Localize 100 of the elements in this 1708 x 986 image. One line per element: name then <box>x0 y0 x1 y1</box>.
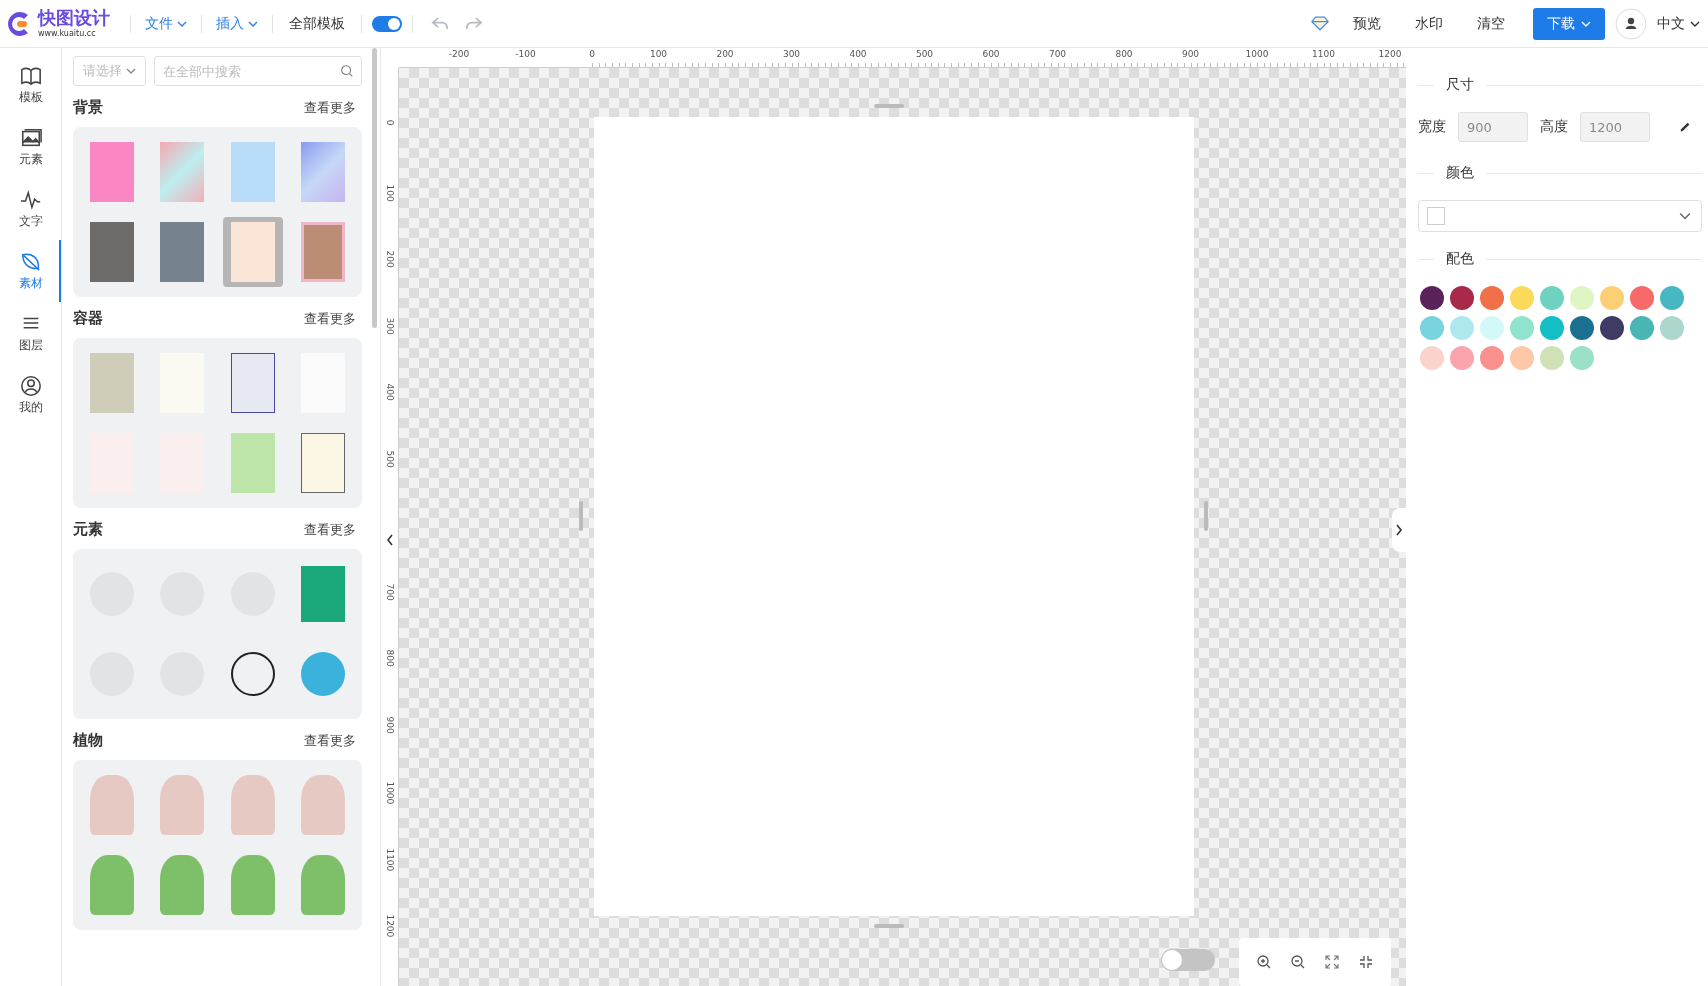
section-title: 配色 <box>1446 250 1474 268</box>
color-swatch[interactable] <box>1600 316 1624 340</box>
resize-handle[interactable] <box>579 501 583 531</box>
color-swatch[interactable] <box>1450 316 1474 340</box>
sidebar-item[interactable]: 我的 <box>0 364 61 426</box>
ruler-label: 1200 <box>1378 49 1402 59</box>
ruler-label: 200 <box>385 250 395 268</box>
picture-icon <box>19 126 42 149</box>
search-field[interactable]: 在全部中搜索 <box>154 56 362 86</box>
color-swatch[interactable] <box>1510 316 1534 340</box>
ruler-label: 0 <box>589 49 595 59</box>
diamond-icon[interactable] <box>1311 16 1329 31</box>
color-swatch[interactable] <box>1420 286 1444 310</box>
resize-handle[interactable] <box>1204 501 1208 531</box>
ruler-label: -100 <box>515 49 536 59</box>
color-swatch[interactable] <box>1510 346 1534 370</box>
language-menu[interactable]: 中文 <box>1657 14 1700 33</box>
search-icon[interactable] <box>340 64 354 78</box>
ruler-label: 1000 <box>385 781 395 805</box>
section-title: 尺寸 <box>1446 76 1474 94</box>
expand-panel-button[interactable] <box>1392 508 1406 552</box>
section-title: 元素 <box>73 520 103 539</box>
ruler-label: 400 <box>849 49 867 59</box>
redo-icon[interactable] <box>465 16 483 31</box>
section-title: 植物 <box>73 731 103 750</box>
color-swatch[interactable] <box>1450 286 1474 310</box>
sidebar-item[interactable]: 元素 <box>0 116 61 178</box>
color-preview <box>1427 207 1445 225</box>
logo-name: 快图设计 <box>38 9 110 27</box>
ruler-label: 600 <box>982 49 1000 59</box>
toggle-switch[interactable] <box>1161 949 1215 971</box>
color-swatch[interactable] <box>1570 286 1594 310</box>
color-swatch[interactable] <box>1660 286 1684 310</box>
ruler-label: 700 <box>385 583 395 601</box>
see-more-link[interactable]: 查看更多 <box>304 98 356 117</box>
see-more-link[interactable]: 查看更多 <box>304 520 356 539</box>
design-page[interactable] <box>594 117 1194 916</box>
ruler-label: 1100 <box>385 847 395 871</box>
color-swatch[interactable] <box>1600 286 1624 310</box>
ruler-label: 100 <box>385 184 395 202</box>
menu-button[interactable]: 插入 <box>212 14 262 33</box>
color-swatch[interactable] <box>1420 316 1444 340</box>
logo-url: www.kuaitu.cc <box>38 30 97 38</box>
ruler-label: 100 <box>649 49 668 59</box>
toolbar-button[interactable]: 清空 <box>1471 14 1511 33</box>
caret-icon <box>1679 212 1691 220</box>
color-swatch[interactable] <box>1570 316 1594 340</box>
color-swatch[interactable] <box>1540 316 1564 340</box>
color-swatch[interactable] <box>1480 286 1504 310</box>
ruler-label: 500 <box>915 49 934 59</box>
toolbar-button[interactable]: 预览 <box>1347 14 1387 33</box>
color-swatch[interactable] <box>1630 286 1654 310</box>
color-select[interactable] <box>1418 200 1702 232</box>
caret-icon <box>126 68 136 74</box>
templates-button[interactable]: 全部模板 <box>283 14 351 33</box>
color-swatch[interactable] <box>1510 286 1534 310</box>
see-more-link[interactable]: 查看更多 <box>304 731 356 750</box>
sidebar-item[interactable]: 模板 <box>0 54 61 116</box>
ruler-label: 500 <box>385 450 395 468</box>
see-more-link[interactable]: 查看更多 <box>304 309 356 328</box>
ruler-label: -200 <box>448 49 470 59</box>
toggle-switch[interactable] <box>372 15 402 32</box>
color-swatch[interactable] <box>1540 286 1564 310</box>
sidebar-item[interactable]: 文字 <box>0 178 61 240</box>
toolbar-button[interactable]: 水印 <box>1409 14 1449 33</box>
sidebar-item[interactable]: 图层 <box>0 302 61 364</box>
resize-handle[interactable] <box>874 924 904 928</box>
color-swatch[interactable] <box>1480 316 1504 340</box>
section-title: 颜色 <box>1446 164 1474 182</box>
caret-icon <box>177 20 187 27</box>
color-swatch[interactable] <box>1480 346 1504 370</box>
color-swatch[interactable] <box>1540 346 1564 370</box>
ruler-label: 1000 <box>1245 49 1269 59</box>
user-icon <box>19 374 42 397</box>
ruler-label: 0 <box>385 119 395 126</box>
collapse-panel-button[interactable] <box>384 532 396 548</box>
ruler-label: 900 <box>1181 49 1200 59</box>
sidebar-item[interactable]: 素材 <box>0 240 61 302</box>
avatar-icon[interactable] <box>1615 7 1647 40</box>
color-swatch[interactable] <box>1420 346 1444 370</box>
field-label: 高度 <box>1540 118 1568 136</box>
ruler-label: 300 <box>385 317 395 335</box>
color-swatch[interactable] <box>1570 346 1594 370</box>
download-button[interactable]: 下载 <box>1533 7 1605 40</box>
ruler-label: 400 <box>385 383 395 401</box>
edit-icon[interactable] <box>1678 120 1692 134</box>
color-swatch[interactable] <box>1660 316 1684 340</box>
ruler-label: 300 <box>782 49 801 59</box>
menu-button[interactable]: 文件 <box>141 14 191 33</box>
thumbnail[interactable] <box>222 217 283 287</box>
color-swatch[interactable] <box>1450 346 1474 370</box>
undo-icon[interactable] <box>431 16 449 31</box>
ruler-label: 1200 <box>385 914 395 938</box>
section-title: 背景 <box>73 98 103 117</box>
color-swatch[interactable] <box>1630 316 1654 340</box>
caret-icon <box>248 20 258 27</box>
resize-handle[interactable] <box>874 104 904 108</box>
ruler-label: 700 <box>1048 49 1067 59</box>
ruler-label: 800 <box>385 649 395 667</box>
ruler-label: 900 <box>385 716 395 734</box>
